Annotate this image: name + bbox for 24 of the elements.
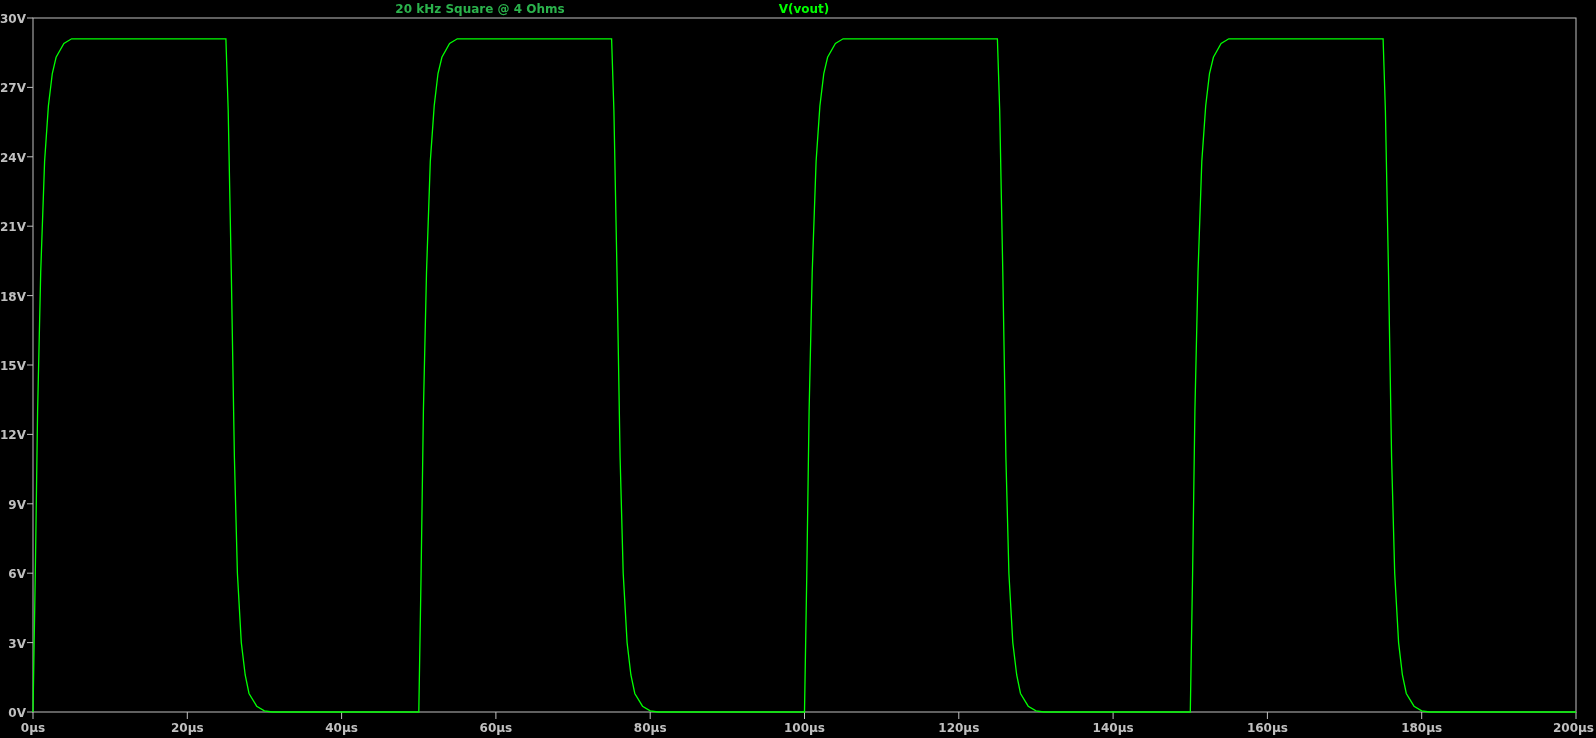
x-axis-label: 140µs <box>1092 721 1134 735</box>
y-axis-label: 6V <box>8 567 26 582</box>
x-axis-label: 160µs <box>1246 721 1288 735</box>
trace-label: V(vout) <box>778 2 830 16</box>
y-axis-label: 18V <box>0 289 26 304</box>
y-axis-label: 15V <box>0 359 26 373</box>
x-axis-label: 20µs <box>170 721 204 735</box>
y-axis-label: 21V <box>0 220 26 235</box>
x-axis-label: 60µs <box>479 721 513 735</box>
x-axis-label: 180µs <box>1401 721 1443 735</box>
x-axis-label: 0µs <box>20 721 46 735</box>
x-axis-label: 120µs <box>938 721 980 735</box>
y-axis-label: 12V <box>0 428 26 443</box>
y-axis-label: 27V <box>0 81 26 96</box>
x-axis-label: 40µs <box>325 721 358 735</box>
y-axis-label: 30V <box>0 12 26 26</box>
x-axis-label: 200µs <box>1552 721 1594 735</box>
y-axis-label: 3V <box>8 636 26 651</box>
plot-title: 20 kHz Square @ 4 Ohms <box>395 2 565 16</box>
x-axis-label: 80µs <box>633 721 667 735</box>
y-axis-label: 0V <box>8 706 26 720</box>
y-axis-label: 9V <box>8 497 26 512</box>
y-axis-label: 24V <box>0 150 26 165</box>
x-axis-label: 100µs <box>784 721 825 735</box>
